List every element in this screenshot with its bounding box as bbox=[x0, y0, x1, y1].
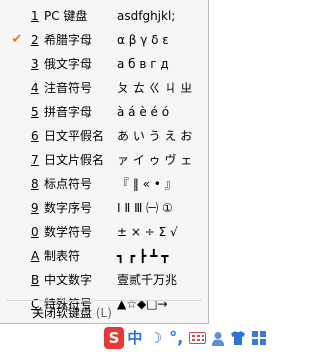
checkmark-icon: ✔ bbox=[11, 32, 23, 47]
menu-item-label: 日文片假名 bbox=[44, 153, 105, 167]
menu-item-preview: à á è é ó bbox=[117, 105, 170, 119]
menu-item-label: 标点符号 bbox=[44, 177, 93, 191]
menu-item[interactable]: 0 数学符号 ± × ÷ Σ √ bbox=[0, 220, 208, 244]
menu-item-shortcut: 0 bbox=[31, 225, 39, 239]
chinese-punctuation-icon[interactable]: °, bbox=[166, 328, 186, 348]
close-shortcut: (L) bbox=[95, 306, 112, 320]
menu-item-label: 数字序号 bbox=[44, 201, 93, 215]
menu-item[interactable]: 6 日文平假名あ い う え お bbox=[0, 124, 208, 148]
menu-item-preview: あ い う え お bbox=[117, 129, 193, 143]
menu-item-preview: ┓ ┏ ┣ ┻ ┳ bbox=[117, 249, 169, 263]
menu-item-label: 日文平假名 bbox=[44, 129, 105, 143]
menu-item-label: 数学符号 bbox=[44, 225, 93, 239]
menu-item[interactable]: 7 日文片假名ァ イ ゥ ヴ ェ bbox=[0, 148, 208, 172]
close-soft-keyboard-item[interactable]: 关闭软键盘 (L) bbox=[32, 303, 112, 323]
sogou-logo-icon[interactable]: S bbox=[104, 327, 124, 349]
menu-item[interactable]: B 中文数字 壹贰千万兆 bbox=[0, 268, 208, 292]
menu-item[interactable]: 8 标点符号 『 ‖ « • 』 bbox=[0, 172, 208, 196]
menu-item-shortcut: 3 bbox=[31, 57, 39, 71]
menu-item-label: 拼音字母 bbox=[44, 105, 93, 119]
menu-item[interactable]: A 制表符 ┓ ┏ ┣ ┻ ┳ bbox=[0, 244, 208, 268]
menu-item[interactable]: 4 注音符号 ㄆ ㄊ ㄍ ㄐ ㄓ bbox=[0, 76, 208, 100]
close-label: 关闭软键盘 bbox=[32, 306, 93, 320]
menu-item-preview: ▲☆◆□→ bbox=[117, 297, 168, 311]
menu-separator bbox=[6, 300, 202, 301]
menu-item-label: 希腊字母 bbox=[44, 33, 93, 47]
menu-item-label: PC 键盘 bbox=[44, 9, 88, 23]
ime-toolbar: S 中 ☽ °, bbox=[104, 326, 270, 350]
menu-item-preview: α β γ δ ε bbox=[117, 33, 169, 47]
menu-item[interactable]: ✔ 2 希腊字母 α β γ δ ε bbox=[0, 28, 208, 52]
menu-item[interactable]: 3 俄文字母 а б в г д bbox=[0, 52, 208, 76]
user-icon[interactable] bbox=[208, 328, 228, 348]
toolbox-grid-icon[interactable] bbox=[249, 328, 269, 348]
menu-item-shortcut: 1 bbox=[31, 9, 39, 23]
menu-item-label: 制表符 bbox=[44, 249, 81, 263]
menu-item-preview: а б в г д bbox=[117, 57, 169, 71]
menu-item-label: 注音符号 bbox=[44, 81, 93, 95]
menu-item[interactable]: 5 拼音字母 à á è é ó bbox=[0, 100, 208, 124]
soft-keyboard-menu: 1 PC 键盘 asdfghjkl; ✔ 2 希腊字母 α β γ δ ε 3 俄文字母 а б … bbox=[0, 0, 209, 324]
menu-item-shortcut: 4 bbox=[31, 81, 39, 95]
menu-item-shortcut: A bbox=[31, 249, 40, 263]
half-width-moon-icon[interactable]: ☽ bbox=[146, 328, 166, 348]
menu-item-preview: Ⅰ Ⅱ Ⅲ ㈠ ① bbox=[117, 201, 173, 215]
menu-item-shortcut: B bbox=[31, 273, 40, 287]
chinese-mode-icon[interactable]: 中 bbox=[125, 328, 145, 348]
menu-item-preview: ㄆ ㄊ ㄍ ㄐ ㄓ bbox=[117, 81, 193, 95]
menu-item-shortcut: 5 bbox=[31, 105, 39, 119]
menu-item-shortcut: 9 bbox=[31, 201, 39, 215]
menu-item-shortcut: 8 bbox=[31, 177, 39, 191]
menu-item-shortcut: 7 bbox=[31, 153, 39, 167]
menu-item-label: 中文数字 bbox=[44, 273, 93, 287]
menu-item[interactable]: 9 数字序号 Ⅰ Ⅱ Ⅲ ㈠ ① bbox=[0, 196, 208, 220]
menu-item-shortcut: 6 bbox=[31, 129, 39, 143]
soft-keyboard-icon[interactable] bbox=[187, 328, 207, 348]
menu-item-preview: asdfghjkl; bbox=[117, 9, 176, 23]
skin-shirt-icon[interactable] bbox=[229, 328, 249, 348]
menu-item-preview: ± × ÷ Σ √ bbox=[117, 225, 178, 239]
menu-item-preview: 壹贰千万兆 bbox=[117, 273, 178, 287]
menu-item-preview: 『 ‖ « • 』 bbox=[117, 177, 177, 191]
menu-item-label: 俄文字母 bbox=[44, 57, 93, 71]
menu-item-preview: ァ イ ゥ ヴ ェ bbox=[117, 153, 193, 167]
menu-item-shortcut: 2 bbox=[31, 33, 39, 47]
menu-item[interactable]: 1 PC 键盘 asdfghjkl; bbox=[0, 4, 208, 28]
